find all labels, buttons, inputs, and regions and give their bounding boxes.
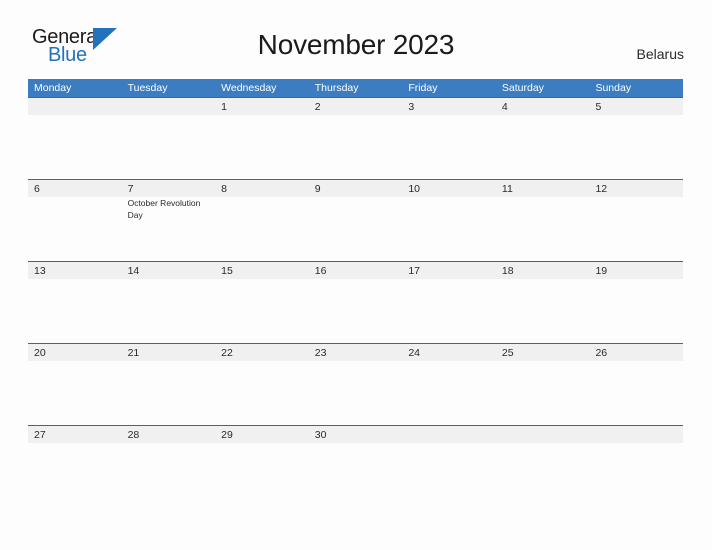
day-number: 3	[408, 101, 415, 113]
calendar-day-cell[interactable]: 25	[496, 344, 590, 425]
weekday-header-row: Monday Tuesday Wednesday Thursday Friday…	[28, 79, 683, 97]
weekday-header-sunday: Sunday	[595, 82, 632, 94]
weekday-header-friday: Friday	[408, 82, 438, 94]
calendar-day-cell[interactable]: 19	[589, 262, 683, 343]
day-number: 30	[314, 429, 327, 441]
calendar-day-cell[interactable]: 23	[309, 344, 403, 425]
day-number: 29	[221, 429, 233, 441]
calendar-week-row: 6 7 October Revolution Day 8 9 10 11 12	[28, 179, 683, 261]
calendar-day-cell[interactable]: 9	[309, 180, 403, 261]
day-number: 15	[221, 265, 233, 277]
day-number: 8	[221, 183, 227, 195]
day-number: 12	[595, 183, 608, 195]
calendar-day-cell[interactable]: 28	[122, 426, 216, 507]
day-number: 7	[127, 183, 134, 195]
calendar-day-cell[interactable]: 3	[402, 98, 496, 179]
calendar-day-cell[interactable]: 13	[28, 262, 122, 343]
calendar-day-cell[interactable]	[28, 98, 122, 179]
day-number: 5	[595, 101, 602, 113]
calendar-week-row: 20 21 22 23 24 25 26	[28, 343, 683, 425]
day-number: 26	[595, 347, 608, 359]
day-number: 4	[501, 101, 508, 113]
day-number: 23	[314, 347, 327, 359]
calendar-day-cell[interactable]	[496, 426, 590, 507]
day-number: 6	[34, 183, 40, 195]
day-number: 14	[127, 265, 140, 277]
day-number: 2	[314, 101, 321, 113]
country-label: Belarus	[636, 46, 684, 62]
day-number: 22	[221, 347, 233, 359]
calendar-day-cell[interactable]	[122, 98, 216, 179]
calendar-day-cell[interactable]: 7 October Revolution Day	[122, 180, 216, 261]
calendar-day-cell[interactable]: 27	[28, 426, 122, 507]
calendar-day-cell[interactable]: 24	[402, 344, 496, 425]
calendar-week-row: 1 2 3 4 5	[28, 97, 683, 179]
calendar-day-cell[interactable]: 30	[309, 426, 403, 507]
day-number: 16	[314, 265, 327, 277]
calendar-day-cell[interactable]: 10	[402, 180, 496, 261]
calendar-grid: Monday Tuesday Wednesday Thursday Friday…	[28, 79, 683, 507]
calendar-week-row: 13 14 15 16 17 18 19	[28, 261, 683, 343]
day-number: 21	[127, 347, 140, 359]
weekday-header-monday: Monday	[34, 82, 72, 94]
day-number: 1	[221, 101, 227, 113]
calendar-day-cell[interactable]: 8	[215, 180, 309, 261]
calendar-day-cell[interactable]	[589, 426, 683, 507]
calendar-day-cell[interactable]: 18	[496, 262, 590, 343]
day-number: 20	[34, 347, 46, 359]
day-number: 24	[408, 347, 420, 359]
calendar-day-cell[interactable]: 15	[215, 262, 309, 343]
day-number: 19	[595, 265, 608, 277]
calendar-day-cell[interactable]: 26	[589, 344, 683, 425]
weekday-header-tuesday: Tuesday	[127, 82, 168, 94]
day-number: 17	[408, 265, 420, 277]
weekday-header-saturday: Saturday	[501, 82, 544, 94]
calendar-day-cell[interactable]: 21	[122, 344, 216, 425]
calendar-day-cell[interactable]: 4	[496, 98, 590, 179]
calendar-day-cell[interactable]: 11	[496, 180, 590, 261]
calendar-week-row: 27 28 29 30	[28, 425, 683, 507]
day-number: 11	[501, 183, 513, 195]
calendar-day-cell[interactable]: 16	[309, 262, 403, 343]
weekday-header-wednesday: Wednesday	[221, 82, 277, 94]
calendar-day-cell[interactable]: 1	[215, 98, 309, 179]
calendar-day-cell[interactable]	[402, 426, 496, 507]
day-number: 13	[34, 265, 46, 277]
calendar-day-cell[interactable]: 12	[589, 180, 683, 261]
calendar-day-cell[interactable]: 29	[215, 426, 309, 507]
page-title: November 2023	[257, 29, 455, 60]
calendar-day-cell[interactable]: 20	[28, 344, 122, 425]
day-number: 25	[501, 347, 514, 359]
calendar-day-cell[interactable]: 17	[402, 262, 496, 343]
calendar-day-cell[interactable]: 6	[28, 180, 122, 261]
day-number: 27	[34, 429, 46, 441]
day-event: October Revolution Day	[127, 198, 201, 220]
weekday-header-thursday: Thursday	[314, 82, 359, 94]
page-header: General Blue November 2023 Belarus	[0, 0, 712, 66]
day-number: 18	[501, 265, 514, 277]
calendar-day-cell[interactable]: 22	[215, 344, 309, 425]
day-number: 28	[127, 429, 140, 441]
day-number: 10	[408, 183, 420, 195]
calendar-day-cell[interactable]: 14	[122, 262, 216, 343]
calendar-day-cell[interactable]: 2	[309, 98, 403, 179]
day-number: 9	[314, 183, 321, 195]
calendar-day-cell[interactable]: 5	[589, 98, 683, 179]
